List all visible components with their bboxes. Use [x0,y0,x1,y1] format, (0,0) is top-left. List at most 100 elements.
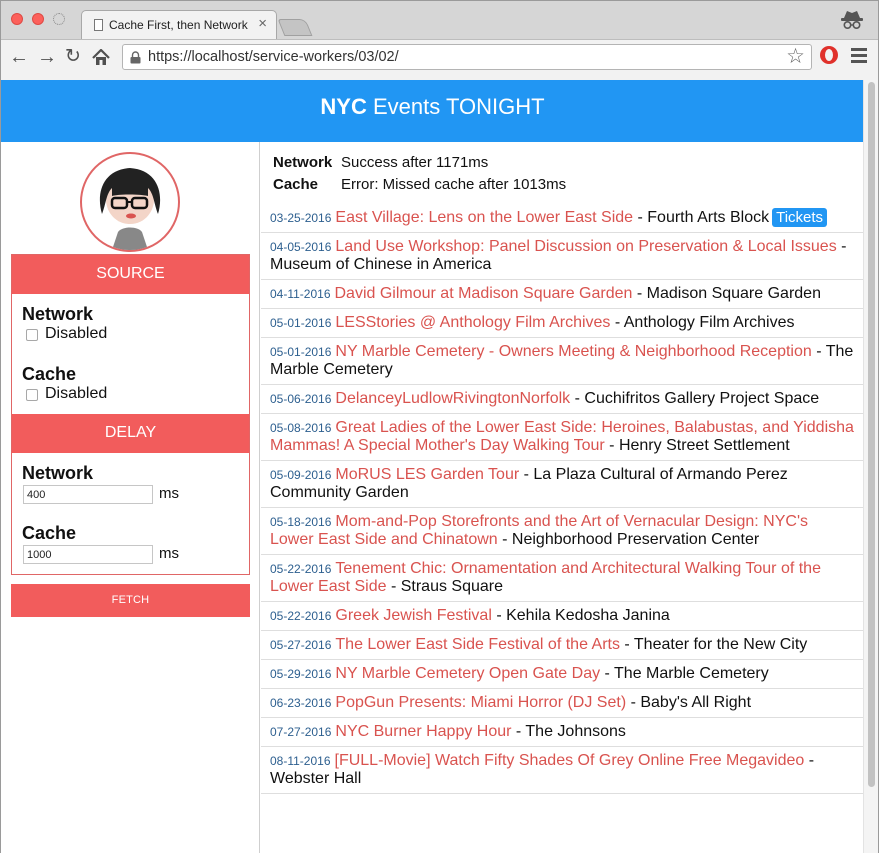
event-title-link[interactable]: NY Marble Cemetery - Owners Meeting & Ne… [335,343,811,360]
url-text[interactable]: https://localhost/service-workers/03/02/ [148,49,399,65]
event-venue: - Neighborhood Preservation Center [497,531,760,548]
event-date: 05-29-2016 [270,667,332,681]
close-window-button[interactable] [11,13,23,25]
status-network-label: Network [273,154,333,171]
status-cache-label: Cache [273,176,319,193]
event-item: 05-01-2016 LESStories @ Anthology Film Ar… [261,309,864,338]
event-title-link[interactable]: DelanceyLudlowRivingtonNorfolk [335,390,570,407]
event-date: 03-25-2016 [270,211,332,225]
event-item: 04-05-2016 Land Use Workshop: Panel Discu… [261,233,864,280]
event-item: 05-06-2016 DelanceyLudlowRivingtonNorfolk… [261,385,864,414]
event-date: 05-08-2016 [270,421,332,435]
browser-toolbar: ← → ↻ https://localhost/service-workers/… [1,39,878,81]
event-title-link[interactable]: MoRUS LES Garden Tour [335,466,519,483]
back-arrow-icon[interactable]: ← [9,46,29,68]
event-title-link[interactable]: NY Marble Cemetery Open Gate Day [335,665,600,682]
event-date: 05-09-2016 [270,468,332,482]
page-title-bold: NYC [320,94,367,119]
source-cache-label: Cache [22,364,77,384]
browser-chrome: Cache First, then Network × ← → ↻ https:… [0,0,879,81]
event-title-link[interactable]: LESStories @ Anthology Film Archives [335,314,610,331]
event-item: 05-01-2016 NY Marble Cemetery - Owners Me… [261,338,864,385]
browser-tab[interactable]: Cache First, then Network × [81,10,277,40]
delay-network-input[interactable] [23,485,153,504]
event-item: 05-18-2016 Mom-and-Pop Storefronts and th… [261,508,864,555]
event-venue: - Henry Street Settlement [604,437,790,454]
event-item: 05-09-2016 MoRUS LES Garden Tour - La Pla… [261,461,864,508]
sidebar: SOURCE Network Disabled Cache Disabled D… [1,142,260,853]
event-venue: - Theater for the New City [619,636,808,653]
page-title: NYC Events TONIGHT [1,80,864,134]
event-title-link[interactable]: David Gilmour at Madison Square Garden [335,285,633,302]
event-venue: - Anthology Film Archives [610,314,795,331]
event-date: 05-22-2016 [270,609,332,623]
event-date: 05-01-2016 [270,316,332,330]
page-viewport: NYC Events TONIGHT SOURCE Network Disabl… [0,80,879,853]
avatar-illustration [99,168,161,250]
fetch-button[interactable]: FETCH [11,584,250,617]
minimize-window-button[interactable] [32,13,44,25]
source-cache-checkbox-label[interactable]: Disabled [45,385,107,403]
tab-close-icon[interactable]: × [258,15,267,33]
event-venue: - The Marble Cemetery [600,665,769,682]
tickets-button[interactable]: Tickets [772,208,828,227]
source-heading: SOURCE [12,255,249,294]
event-title-link[interactable]: Tenement Chic: Ornamentation and Archite… [270,560,821,595]
event-date: 04-11-2016 [270,287,331,301]
event-item: 03-25-2016 East Village: Lens on the Lowe… [261,204,864,233]
delay-cache-input[interactable] [23,545,153,564]
delay-network-label: Network [22,463,94,483]
home-icon[interactable] [92,49,110,66]
zoom-window-button[interactable] [53,13,65,25]
scrollbar-thumb[interactable] [868,82,875,787]
event-venue: - Madison Square Garden [632,285,821,302]
source-network-label: Network [22,304,94,324]
event-item: 08-11-2016 [FULL-Movie] Watch Fifty Shade… [261,747,864,794]
event-date: 05-06-2016 [270,392,332,406]
delay-heading: DELAY [12,414,249,453]
new-tab-button[interactable] [277,19,313,36]
event-venue: - Baby's All Right [626,694,752,711]
source-network-checkbox[interactable] [26,329,38,341]
event-item: 05-08-2016 Great Ladies of the Lower East… [261,414,864,461]
menu-icon[interactable] [851,48,867,66]
address-bar[interactable]: https://localhost/service-workers/03/02/… [122,44,812,70]
opera-extension-icon[interactable] [820,46,838,64]
delay-network-unit: ms [159,485,179,502]
event-date: 05-22-2016 [270,562,332,576]
tab-strip: Cache First, then Network × [1,1,878,40]
page-header: NYC Events TONIGHT [1,80,864,142]
event-date: 06-23-2016 [270,696,332,710]
settings-panel: SOURCE Network Disabled Cache Disabled D… [11,254,250,575]
event-item: 05-27-2016 The Lower East Side Festival o… [261,631,864,660]
status-cache-value: Error: Missed cache after 1013ms [341,176,567,193]
event-date: 08-11-2016 [270,754,331,768]
event-item: 06-23-2016 PopGun Presents: Miami Horror … [261,689,864,718]
avatar [80,152,180,252]
page-title-rest: Events TONIGHT [366,94,545,119]
status-network-value: Success after 1171ms [341,154,489,171]
reload-icon[interactable]: ↻ [65,46,81,68]
event-title-link[interactable]: NYC Burner Happy Hour [335,723,511,740]
forward-arrow-icon[interactable]: → [37,46,57,68]
source-cache-checkbox[interactable] [26,389,38,401]
event-title-link[interactable]: PopGun Presents: Miami Horror (DJ Set) [335,694,626,711]
source-network-checkbox-label[interactable]: Disabled [45,325,107,343]
page-scrollbar[interactable] [863,80,878,853]
tab-title: Cache First, then Network [109,18,248,32]
delay-cache-unit: ms [159,545,179,562]
event-date: 04-05-2016 [270,240,332,254]
delay-cache-label: Cache [22,523,77,543]
event-title-link[interactable]: Greek Jewish Festival [335,607,492,624]
source-section: Network Disabled Cache Disabled [12,294,249,414]
lock-icon [130,51,141,64]
event-title-link[interactable]: East Village: Lens on the Lower East Sid… [335,209,633,226]
document-icon [94,19,103,31]
event-item: 04-11-2016 David Gilmour at Madison Squar… [261,280,864,309]
bookmark-star-icon[interactable]: ☆ [786,45,805,69]
event-title-link[interactable]: Land Use Workshop: Panel Discussion on P… [335,238,836,255]
event-title-link[interactable]: [FULL-Movie] Watch Fifty Shades Of Grey … [335,752,805,769]
event-venue: - Cuchifritos Gallery Project Space [570,390,820,407]
event-item: 05-29-2016 NY Marble Cemetery Open Gate D… [261,660,864,689]
event-title-link[interactable]: The Lower East Side Festival of the Arts [335,636,620,653]
